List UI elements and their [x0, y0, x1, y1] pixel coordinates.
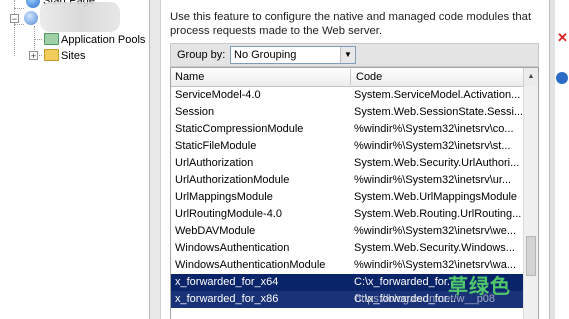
- list-row[interactable]: StaticFileModule %windir%\System32\inets…: [171, 138, 523, 155]
- tree-guide-line: [34, 39, 42, 40]
- list-header: Name Code ▲: [171, 68, 538, 87]
- remove-icon[interactable]: ✕: [557, 30, 568, 46]
- tree-item-label: Application Pools: [61, 34, 146, 46]
- module-name: UrlMappingsModule: [175, 191, 273, 203]
- actions-pane: ✕: [555, 0, 569, 319]
- collapse-toggle[interactable]: −: [10, 14, 19, 24]
- module-name: ServiceModel-4.0: [175, 89, 261, 101]
- module-name: StaticCompressionModule: [175, 123, 304, 135]
- module-code: %windir%\System32\inetsrv\co...: [354, 123, 514, 135]
- list-row[interactable]: Session System.Web.SessionState.Sessi...: [171, 104, 523, 121]
- module-name: x_forwarded_for_x86: [175, 293, 279, 305]
- module-name: WindowsAuthentication: [175, 242, 290, 254]
- list-row[interactable]: UrlAuthorizationModule %windir%\System32…: [171, 172, 523, 189]
- scrollbar-thumb[interactable]: [526, 236, 536, 276]
- list-row[interactable]: UrlRoutingModule-4.0 System.Web.Routing.…: [171, 206, 523, 223]
- scroll-up-arrow-icon[interactable]: ▲: [523, 68, 538, 86]
- column-header-code[interactable]: Code: [352, 68, 522, 86]
- module-code: %windir%\System32\inetsrv\st...: [354, 140, 511, 152]
- module-code: System.ServiceModel.Activation...: [354, 89, 521, 101]
- group-by-value: No Grouping: [234, 49, 297, 61]
- tree-guide-line: [14, 24, 24, 25]
- group-by-label: Group by:: [177, 49, 226, 61]
- feature-description: Use this feature to configure the native…: [170, 11, 532, 37]
- module-name: UrlAuthorization: [175, 157, 254, 169]
- group-by-bar: Group by: No Grouping ▼: [170, 43, 539, 67]
- module-name: Session: [175, 106, 215, 118]
- connections-tree: Start Page − Application Pools + Sites: [0, 0, 149, 319]
- redacted-server-name: [40, 2, 120, 32]
- list-row[interactable]: UrlAuthorization System.Web.Security.Url…: [171, 155, 523, 172]
- chevron-down-icon[interactable]: ▼: [340, 47, 355, 63]
- module-name: UrlRoutingModule-4.0: [175, 208, 282, 220]
- module-code: %windir%\System32\inetsrv\ur...: [354, 174, 512, 186]
- list-row[interactable]: StaticCompressionModule %windir%\System3…: [171, 121, 523, 138]
- module-code: System.Web.Security.UrlAuthori...: [354, 157, 520, 169]
- watermark-url: https://blog.csdn.net/w__p08: [355, 293, 496, 305]
- expand-toggle[interactable]: +: [29, 51, 38, 61]
- app-pools-icon: [44, 33, 59, 45]
- tree-item-label: Sites: [61, 50, 86, 62]
- module-name: WindowsAuthenticationModule: [175, 259, 326, 271]
- start-page-icon: [26, 0, 40, 8]
- tree-guide-line: [14, 8, 24, 9]
- list-row[interactable]: UrlMappingsModule System.Web.UrlMappings…: [171, 189, 523, 206]
- module-code: System.Web.Routing.UrlRouting...: [354, 208, 522, 220]
- module-code: System.Web.Security.Windows...: [354, 242, 515, 254]
- vertical-scrollbar[interactable]: [523, 86, 538, 319]
- module-code: System.Web.UrlMappingsModule: [354, 191, 518, 203]
- module-code: %windir%\System32\inetsrv\we...: [354, 225, 516, 237]
- module-name: x_forwarded_for_x64: [175, 276, 279, 288]
- module-code: System.Web.SessionState.Sessi...: [354, 106, 522, 118]
- pane-splitter[interactable]: [149, 0, 161, 319]
- column-divider[interactable]: [350, 69, 351, 85]
- group-by-select[interactable]: No Grouping ▼: [230, 46, 356, 64]
- module-name: WebDAVModule: [175, 225, 256, 237]
- module-name: UrlAuthorizationModule: [175, 174, 290, 186]
- module-name: StaticFileModule: [175, 140, 257, 152]
- list-row[interactable]: ServiceModel-4.0 System.ServiceModel.Act…: [171, 87, 523, 104]
- list-row[interactable]: WebDAVModule %windir%\System32\inetsrv\w…: [171, 223, 523, 240]
- sites-folder-icon: [44, 49, 59, 61]
- list-row[interactable]: WindowsAuthentication System.Web.Securit…: [171, 240, 523, 257]
- column-header-name[interactable]: Name: [171, 68, 350, 86]
- help-icon[interactable]: [556, 72, 568, 84]
- server-icon: [24, 11, 38, 25]
